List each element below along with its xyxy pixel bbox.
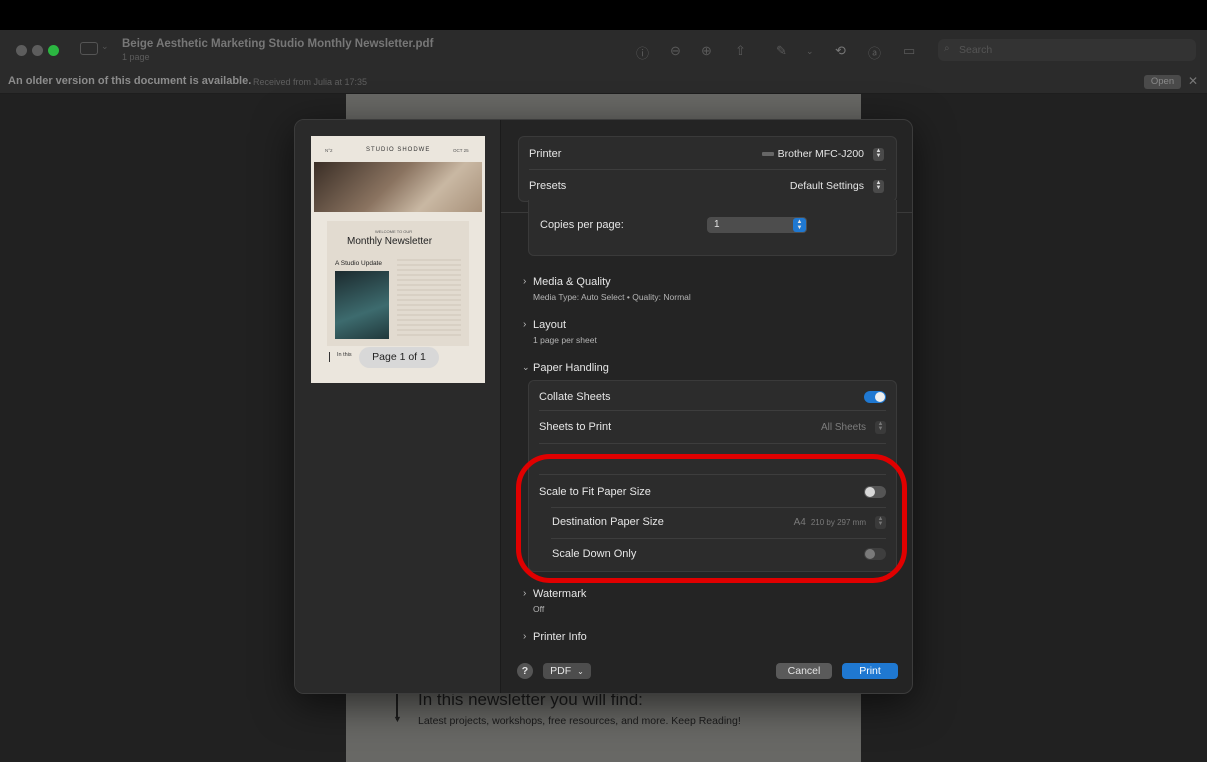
highlight-annotation-ring	[516, 454, 907, 583]
thumb-title: Monthly Newsletter	[347, 236, 433, 247]
print-dialog: N°2 STUDIO SHODWE OCT 25 WELCOME TO OUR …	[294, 119, 913, 694]
thumb-card: WELCOME TO OUR Monthly Newsletter A Stud…	[327, 221, 469, 346]
copies-stepper-icon: ▲ ▼	[793, 218, 806, 232]
sheets-stepper-icon[interactable]: ▲ ▼	[875, 420, 886, 434]
page-indicator: Page 1 of 1	[359, 347, 439, 368]
window-toolbar: ⌄ Beige Aesthetic Marketing Studio Month…	[0, 30, 1207, 70]
layout-detail: 1 page per sheet	[533, 335, 597, 345]
older-version-banner: An older version of this document is ava…	[0, 70, 1207, 94]
pdf-menu-button[interactable]: PDF ⌄	[543, 663, 591, 679]
printer-info-title: Printer Info	[533, 631, 587, 643]
open-older-version-button[interactable]: Open	[1144, 75, 1181, 89]
section-layout[interactable]: › Layout 1 page per sheet	[523, 319, 597, 345]
printer-row[interactable]: Printer Brother MFC-J200 ▲ ▼	[519, 138, 896, 170]
chevron-right-icon: ›	[523, 631, 527, 642]
search-field[interactable]: ⌕ Search	[938, 39, 1196, 61]
printer-label: Printer	[529, 148, 562, 160]
thumb-brand: STUDIO SHODWE	[366, 147, 431, 153]
printer-settings-group: Printer Brother MFC-J200 ▲ ▼ Presets Defa…	[518, 136, 897, 202]
minimize-window-button[interactable]	[32, 45, 43, 56]
paper-handling-title: Paper Handling	[533, 362, 609, 374]
section-paper-handling[interactable]: ⌄ Paper Handling	[522, 362, 609, 374]
chevron-right-icon: ›	[523, 319, 527, 330]
presets-value: Default Settings	[789, 180, 864, 192]
thumb-date: OCT 25	[453, 148, 469, 153]
page-preview-thumbnail: N°2 STUDIO SHODWE OCT 25 WELCOME TO OUR …	[311, 136, 485, 383]
thumb-in-this: In this	[337, 352, 352, 358]
collate-label: Collate Sheets	[539, 391, 611, 403]
search-placeholder: Search	[959, 44, 993, 56]
annotate-icon[interactable]: ⓐ	[868, 43, 881, 62]
copies-per-page-select[interactable]: 1 ▲ ▼	[707, 217, 807, 233]
close-icon[interactable]: ✕	[1188, 74, 1198, 88]
thumb-kicker: WELCOME TO OUR	[375, 229, 413, 234]
rotate-icon[interactable]: ⟲	[835, 43, 846, 59]
chevron-down-icon: ⌄	[522, 362, 530, 372]
media-quality-detail: Media Type: Auto Select • Quality: Norma…	[533, 292, 691, 302]
form-filling-icon[interactable]: ▭	[903, 43, 915, 59]
chevron-right-icon: ›	[523, 276, 527, 287]
section-printer-info[interactable]: › Printer Info	[523, 631, 587, 643]
search-icon: ⌕	[944, 43, 950, 54]
sheets-to-print-value: All Sheets	[820, 421, 866, 433]
cancel-button[interactable]: Cancel	[776, 663, 832, 679]
thumb-subtitle: A Studio Update	[335, 260, 382, 267]
layout-copies-group: Copies per page: 1 ▲ ▼	[528, 200, 897, 256]
printer-popup-stepper-icon[interactable]: ▲ ▼	[873, 147, 884, 161]
sidebar-toggle-icon[interactable]	[80, 42, 98, 55]
media-quality-title: Media & Quality	[533, 276, 611, 288]
presets-row[interactable]: Presets Default Settings ▲ ▼	[519, 170, 896, 202]
markup-pen-icon[interactable]: ✎	[776, 43, 787, 59]
share-icon[interactable]: ⇧	[735, 43, 746, 59]
print-button[interactable]: Print	[842, 663, 898, 679]
banner-message: An older version of this document is ava…	[8, 75, 252, 87]
collate-toggle[interactable]	[864, 391, 886, 403]
markup-chevron-icon[interactable]: ⌄	[806, 46, 814, 57]
document-page-count: 1 page	[122, 52, 150, 62]
zoom-in-icon[interactable]: ⊕	[701, 43, 712, 59]
zoom-window-button[interactable]	[48, 45, 59, 56]
section-watermark[interactable]: › Watermark Off	[523, 588, 587, 614]
presets-popup-stepper-icon[interactable]: ▲ ▼	[873, 179, 884, 193]
thumb-issue: N°2	[325, 148, 333, 153]
watermark-detail: Off	[533, 604, 545, 614]
sheets-to-print-label: Sheets to Print	[539, 421, 612, 433]
print-preview-pane: N°2 STUDIO SHODWE OCT 25 WELCOME TO OUR …	[295, 120, 501, 693]
chevron-down-icon: ⌄	[577, 666, 584, 676]
screen-top-bar	[0, 0, 1207, 30]
printer-icon	[761, 152, 774, 156]
zoom-out-icon[interactable]: ⊖	[670, 43, 681, 59]
thumb-hero-photo	[314, 162, 482, 212]
thumb-bar	[329, 352, 330, 362]
chevron-right-icon: ›	[523, 588, 527, 599]
sheets-to-print-row[interactable]: Sheets to Print All Sheets ▲ ▼	[529, 411, 896, 443]
presets-label: Presets	[529, 180, 567, 192]
section-media-quality[interactable]: › Media & Quality Media Type: Auto Selec…	[523, 276, 691, 302]
chevron-down-icon[interactable]: ⌄	[101, 41, 109, 52]
copies-per-page-value: 1	[714, 219, 720, 230]
info-icon[interactable]: ⓘ	[636, 43, 649, 62]
layout-title: Layout	[533, 319, 567, 331]
printer-value: Brother MFC-J200	[777, 148, 864, 160]
collate-row: Collate Sheets	[529, 381, 896, 413]
document-title: Beige Aesthetic Marketing Studio Monthly…	[122, 38, 434, 50]
close-window-button[interactable]	[16, 45, 27, 56]
thumb-body-text	[397, 259, 461, 339]
help-button[interactable]: ?	[517, 663, 533, 679]
banner-detail: Received from Julia at 17:35	[253, 77, 368, 87]
watermark-title: Watermark	[533, 588, 587, 600]
pdf-label: PDF	[550, 665, 572, 677]
copies-per-page-label: Copies per page:	[540, 219, 624, 231]
thumb-portrait-photo	[335, 271, 389, 339]
